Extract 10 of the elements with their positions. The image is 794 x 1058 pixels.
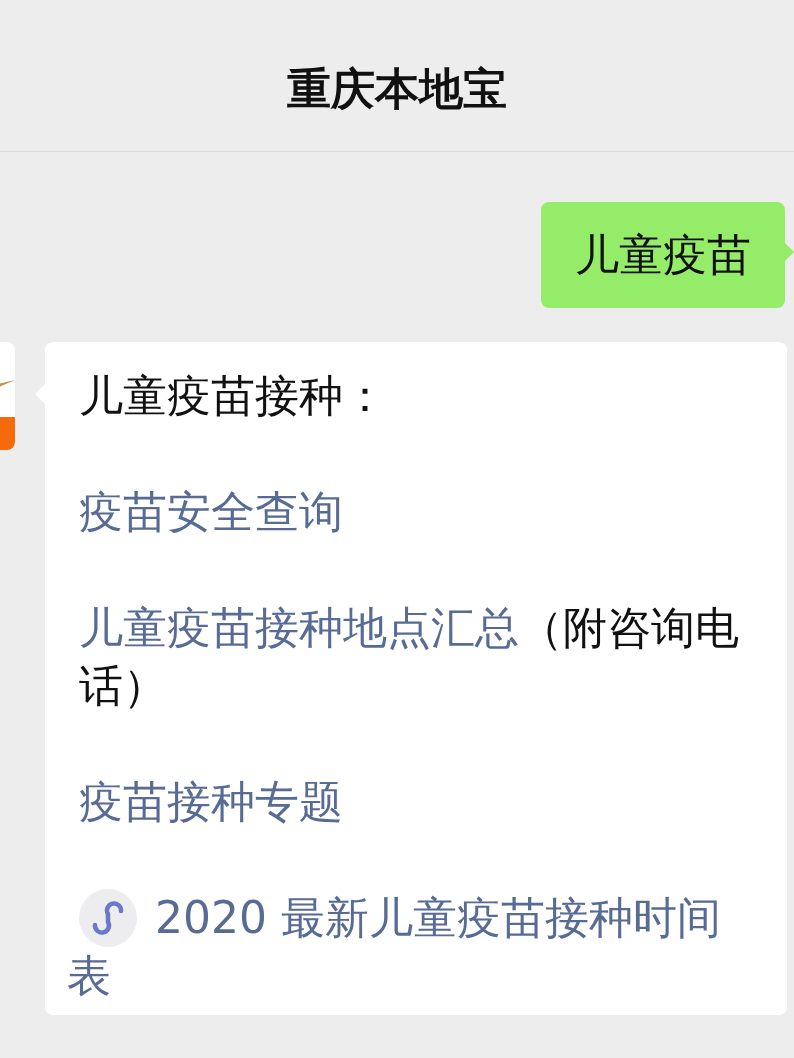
link[interactable]: 疫苗接种专题 (79, 773, 751, 831)
bubble-tail (784, 242, 794, 262)
avatar-icon[interactable] (0, 342, 15, 450)
message-text: 儿童疫苗接种地点汇总（附咨询电话） (79, 601, 740, 713)
link[interactable]: 儿童疫苗接种地点汇总 (79, 602, 519, 653)
chat-title: 重庆本地宝 (287, 62, 507, 116)
mini-program-link[interactable]: 2020 最新儿童疫苗接种时间表 (67, 889, 751, 1005)
message-text: 儿童疫苗接种： (79, 369, 388, 423)
link[interactable]: 疫苗安全查询 (79, 483, 751, 541)
mini-program-icon (79, 889, 137, 947)
